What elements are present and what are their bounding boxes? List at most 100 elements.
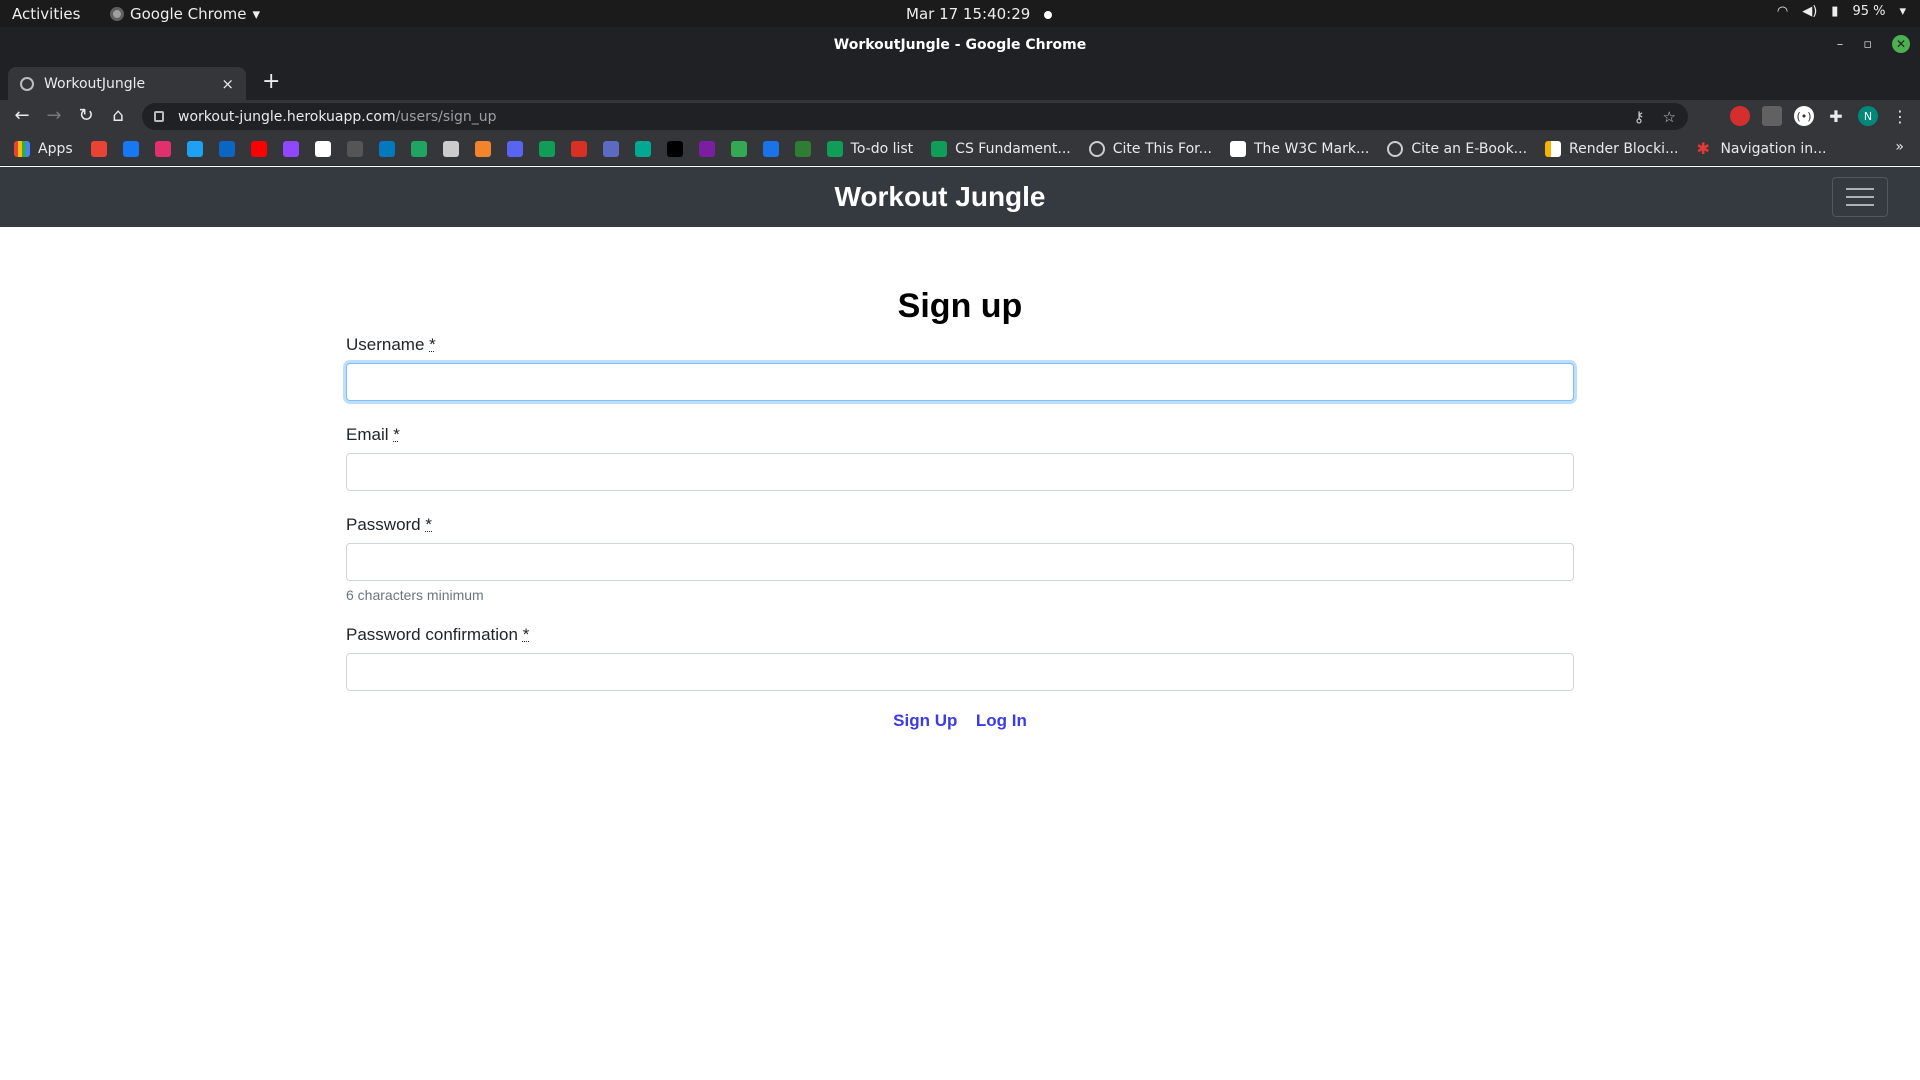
hamburger-line (1846, 196, 1874, 198)
bookmark-favicon-icon[interactable] (346, 141, 363, 157)
tab-close-icon[interactable]: × (221, 75, 234, 93)
extension-icon[interactable] (1762, 106, 1782, 126)
restore-icon[interactable]: ▫ (1863, 37, 1872, 52)
bookmark-item[interactable]: Cite This For... (1088, 141, 1212, 157)
username-input[interactable] (346, 363, 1574, 401)
bookmark-favicon-icon[interactable] (410, 141, 427, 157)
url-path: /users/sign_up (395, 108, 497, 125)
web-dev-icon (1545, 141, 1562, 157)
password-hint: 6 characters minimum (346, 587, 484, 603)
globe-icon (20, 76, 34, 91)
chevron-down-icon: ▾ (1899, 4, 1906, 19)
bookmark-favicon-icon[interactable] (698, 141, 715, 157)
forward-arrow-icon[interactable]: → (42, 105, 66, 126)
bookmark-favicon-icon[interactable] (250, 141, 267, 157)
username-label: Username * (346, 335, 1574, 355)
bookmark-favicon-icon[interactable] (186, 141, 203, 157)
bookmark-favicon-icon[interactable] (506, 141, 523, 157)
bookmark-item[interactable]: To-do list (826, 141, 914, 157)
new-tab-button[interactable]: + (262, 69, 280, 94)
hamburger-line (1846, 188, 1874, 190)
bookmark-favicon-icon[interactable] (474, 141, 491, 157)
bookmark-favicon-icon[interactable] (794, 141, 811, 157)
bookmark-favicon-icon[interactable] (570, 141, 587, 157)
bookmark-item[interactable]: Render Blocki... (1545, 141, 1678, 157)
bookmark-item[interactable]: ✱ Navigation in... (1696, 141, 1826, 158)
site-brand[interactable]: Workout Jungle (0, 181, 1880, 213)
battery-icon: ▮ (1831, 4, 1839, 19)
star-icon[interactable]: ☆ (1663, 108, 1676, 126)
profile-avatar-icon[interactable]: N (1858, 106, 1878, 126)
activities-button[interactable]: Activities (12, 5, 80, 23)
sheets-icon (826, 141, 843, 157)
bookmark-favicon-icon[interactable] (218, 141, 235, 157)
extension-icon[interactable]: (•) (1794, 106, 1814, 126)
bookmark-favicon-icon[interactable] (538, 141, 555, 157)
close-window-icon[interactable]: ✕ (1892, 35, 1910, 53)
tab-strip: WorkoutJungle × + (0, 63, 1920, 100)
address-bar[interactable]: workout-jungle.herokuapp.com/users/sign_… (142, 103, 1688, 130)
os-top-bar: Activities Google Chrome ▾ Mar 17 15:40:… (0, 0, 1920, 27)
hamburger-line (1846, 204, 1874, 206)
hamburger-menu-button[interactable] (1832, 177, 1888, 217)
w3c-icon (1229, 141, 1246, 157)
bookmark-label: The W3C Mark... (1253, 141, 1370, 157)
bookmark-favicon-icon[interactable] (154, 141, 171, 157)
extension-icon[interactable] (1730, 106, 1750, 126)
window-title-bar: WorkoutJungle - Google Chrome – ▫ ✕ (0, 27, 1920, 63)
home-icon[interactable]: ⌂ (106, 105, 130, 126)
required-mark: * (522, 625, 530, 644)
app-menu-label: Google Chrome (130, 5, 247, 23)
menu-dots-icon[interactable]: ⋮ (1890, 106, 1910, 126)
bookmark-item[interactable]: The W3C Mark... (1229, 141, 1370, 157)
apps-grid-icon (14, 141, 30, 157)
bookmark-favicon-icon[interactable] (90, 141, 107, 157)
notification-dot-icon (1044, 10, 1053, 19)
back-arrow-icon[interactable]: ← (10, 105, 34, 126)
email-label-text: Email (346, 425, 389, 444)
bookmark-favicon-icon[interactable] (730, 141, 747, 157)
required-mark: * (429, 335, 436, 354)
puzzle-icon[interactable]: ✚ (1826, 106, 1846, 126)
bookmark-favicon-icon[interactable] (762, 141, 779, 157)
required-mark: * (393, 425, 400, 444)
password-label-text: Password (346, 515, 421, 534)
reload-icon[interactable]: ↻ (74, 105, 98, 126)
bookmark-favicon-icon[interactable] (122, 141, 139, 157)
clock[interactable]: Mar 17 15:40:29 (906, 5, 1053, 23)
bookmark-favicon-icon[interactable] (314, 141, 331, 157)
bookmark-apps[interactable]: Apps (14, 141, 73, 157)
bookmark-favicon-icon[interactable] (666, 141, 683, 157)
sign-up-form: Username * Email * Password * 6 characte… (346, 335, 1574, 715)
chevron-down-icon: ▾ (252, 5, 261, 23)
sign-up-button[interactable]: Sign Up (893, 711, 957, 730)
password-label: Password * (346, 515, 1574, 535)
password-confirmation-input[interactable] (346, 653, 1574, 691)
email-label: Email * (346, 425, 1574, 445)
tab-workoutjungle[interactable]: WorkoutJungle × (8, 67, 246, 100)
bookmark-item[interactable]: Cite an E-Book... (1387, 141, 1527, 157)
password-input[interactable] (346, 543, 1574, 581)
browser-toolbar: ← → ↻ ⌂ workout-jungle.herokuapp.com/use… (0, 100, 1920, 133)
email-input[interactable] (346, 453, 1574, 491)
bookmark-favicon-icon[interactable] (634, 141, 651, 157)
app-menu[interactable]: Google Chrome ▾ (110, 5, 260, 23)
log-in-link[interactable]: Log In (976, 711, 1027, 730)
tab-label: WorkoutJungle (44, 75, 146, 92)
more-bookmarks-icon[interactable]: » (1895, 139, 1904, 155)
minimize-icon[interactable]: – (1837, 37, 1844, 52)
bookmark-favicon-icon[interactable] (442, 141, 459, 157)
key-icon[interactable]: ⚷ (1634, 108, 1645, 126)
form-actions: Sign Up Log In (0, 711, 1920, 731)
bookmark-favicon-icon[interactable] (282, 141, 299, 157)
bookmark-favicon-icon[interactable] (378, 141, 395, 157)
wifi-icon: ◠ (1776, 4, 1789, 19)
password-group: Password * 6 characters minimum (346, 515, 1574, 603)
bookmark-label: To-do list (850, 141, 914, 157)
bookmark-favicon-icon[interactable] (602, 141, 619, 157)
bookmark-item[interactable]: CS Fundament... (931, 141, 1071, 157)
system-tray[interactable]: ◠ ◀) ▮ 95 % ▾ (1777, 4, 1906, 19)
battery-label: 95 % (1852, 4, 1886, 19)
username-label-text: Username (346, 335, 425, 354)
password-confirmation-label: Password confirmation * (346, 625, 1574, 645)
